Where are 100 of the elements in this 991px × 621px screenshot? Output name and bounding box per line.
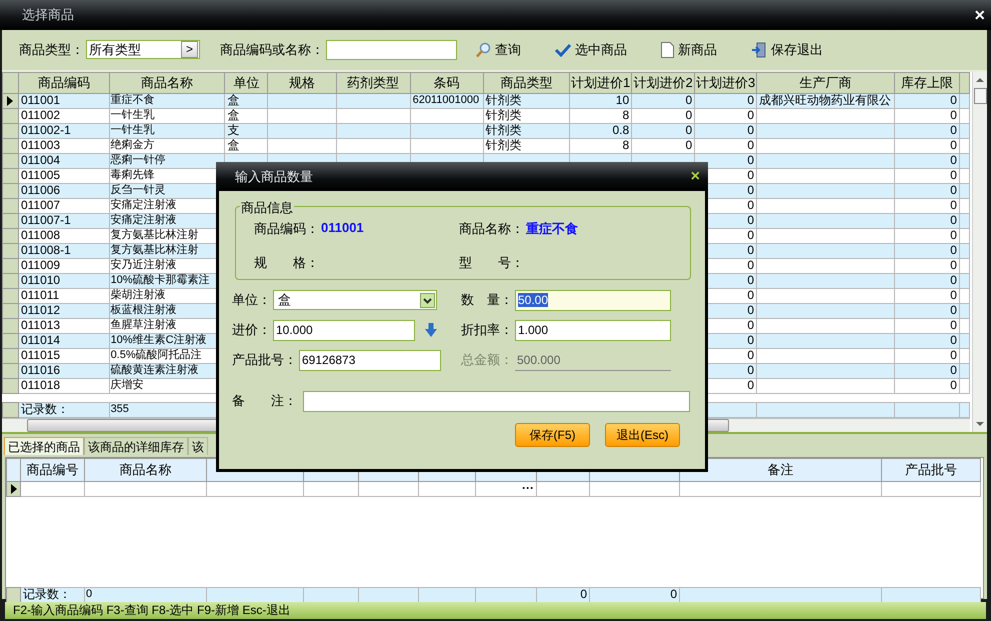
table-cell: 8: [622, 138, 630, 152]
table-cell: 011005: [20, 168, 60, 182]
table-cell: 0: [950, 213, 957, 228]
footer-cell: 355: [110, 403, 129, 416]
quantity-field[interactable]: 50.00: [515, 290, 671, 310]
table-cell: 0: [747, 183, 754, 198]
table-cell: 011009: [20, 258, 60, 272]
table-cell: 0: [747, 378, 754, 392]
document-icon: [661, 42, 674, 58]
table-cell: 0: [747, 123, 754, 138]
footer-cell: 记录数：: [23, 587, 71, 602]
column-header[interactable]: 药剂类型: [336, 72, 410, 94]
field-label: 规 格：: [254, 254, 319, 272]
dialog-button[interactable]: 退出(Esc): [605, 423, 680, 447]
table-cell: 011006: [20, 183, 60, 198]
table-cell: 0: [950, 183, 957, 198]
table-cell: 0.5%硫酸阿托品注: [110, 349, 202, 362]
table-cell: 011002: [20, 108, 60, 122]
vertical-scrollbar[interactable]: [972, 72, 987, 432]
table-cell: 011011: [20, 288, 60, 302]
unit-dropdown[interactable]: 盒: [273, 290, 437, 310]
table-cell: 011016: [20, 363, 60, 378]
caret-icon: [420, 292, 435, 308]
table-cell: 盒: [227, 93, 240, 108]
column-header[interactable]: 计划进价2: [632, 72, 695, 94]
toolbar-button[interactable]: 保存退出: [751, 40, 823, 59]
table-cell: 恶痢一针停: [110, 154, 166, 166]
table-cell: 0: [950, 243, 957, 258]
column-header[interactable]: 商品类型: [483, 72, 570, 94]
column-header[interactable]: 商品名称: [109, 72, 225, 94]
row-indicator[interactable]: [6, 481, 20, 496]
field-value: 重症不食: [526, 220, 578, 238]
search-label: 商品编码或名称：: [220, 40, 324, 59]
table-cell: 011001: [20, 93, 60, 108]
table-cell: 反刍一针灵: [110, 184, 166, 196]
table-cell: 盒: [227, 138, 240, 152]
column-header[interactable]: 备注: [768, 462, 794, 477]
table-cell: 8: [622, 108, 630, 122]
table-cell: 011008-1: [20, 243, 71, 258]
search-icon: [475, 42, 491, 58]
toolbar-button[interactable]: 查询: [475, 40, 521, 59]
table-cell: 0: [950, 228, 957, 242]
table-cell: 硫酸黄连素注射液: [110, 364, 199, 376]
table-cell: 重症不食: [110, 94, 155, 106]
column-header[interactable]: 条码: [410, 72, 484, 94]
field-label: 型 号：: [459, 254, 524, 272]
table-cell: 盒: [227, 108, 240, 122]
discount-field[interactable]: 1.000: [515, 320, 671, 340]
type-field[interactable]: 所有类型 >: [86, 40, 200, 60]
footer-cell: 0: [580, 587, 587, 602]
table-cell: 安痛定注射液: [110, 214, 177, 226]
table-cell: 0: [747, 198, 754, 212]
column-header[interactable]: 单位: [224, 72, 268, 94]
down-arrow-icon: [425, 323, 437, 337]
table-cell: 柴胡注射液: [110, 289, 166, 302]
table-cell: 一针生乳: [110, 124, 155, 136]
note-field[interactable]: [303, 390, 690, 412]
table-cell: 0: [747, 273, 754, 288]
dialog-button[interactable]: 保存(F5): [515, 423, 590, 447]
column-header[interactable]: 生产厂商: [756, 72, 895, 94]
toolbar-button[interactable]: 选中商品: [555, 40, 627, 59]
column-header[interactable]: 商品编码: [18, 72, 110, 94]
close-button[interactable]: ×: [974, 6, 985, 24]
batch-field[interactable]: 69126873: [299, 350, 441, 370]
exit-icon: [751, 42, 767, 58]
field-label: 进价：: [232, 321, 271, 339]
column-header[interactable]: 库存上限: [894, 72, 960, 94]
field-label: 总金额：: [461, 351, 513, 369]
field-label: 折扣率：: [461, 321, 513, 339]
search-field[interactable]: [326, 40, 457, 60]
table-cell: 成都兴旺动物药业有限公: [759, 93, 892, 108]
column-header[interactable]: 计划进价1: [570, 72, 632, 94]
tab[interactable]: 已选择的商品: [4, 436, 84, 455]
table-cell: 0: [747, 108, 754, 122]
column-header[interactable]: 规格: [268, 72, 336, 94]
toolbar-button[interactable]: 新商品: [661, 40, 717, 59]
column-header[interactable]: 计划进价3: [694, 72, 757, 94]
browse-button[interactable]: >: [181, 41, 198, 58]
table-cell: 0: [747, 138, 754, 152]
table-cell: 0: [747, 213, 754, 228]
table-cell: 0: [950, 198, 957, 212]
table-cell: 0: [950, 378, 957, 392]
table-cell: 011004: [20, 153, 60, 168]
table-cell: 支: [227, 123, 240, 138]
type-label: 商品类型：: [19, 40, 84, 59]
table-cell: 0: [747, 228, 754, 242]
table-cell: 安乃近注射液: [110, 259, 177, 272]
table-cell: 011014: [20, 333, 60, 348]
header-corner: [2, 72, 18, 94]
tab[interactable]: 该商品的详细库存: [84, 436, 188, 455]
tab[interactable]: 该: [188, 436, 208, 455]
table-cell: 011007-1: [20, 213, 71, 228]
table-cell: 0: [747, 363, 754, 378]
close-button[interactable]: ×: [690, 168, 700, 184]
table-cell: 011003: [20, 138, 60, 152]
table-cell: 0: [747, 303, 754, 318]
table-cell: 庆增安: [110, 379, 144, 392]
price-field[interactable]: 10.000: [273, 320, 415, 340]
row-indicator[interactable]: [2, 93, 18, 108]
ellipsis-button[interactable]: ···: [522, 481, 534, 496]
